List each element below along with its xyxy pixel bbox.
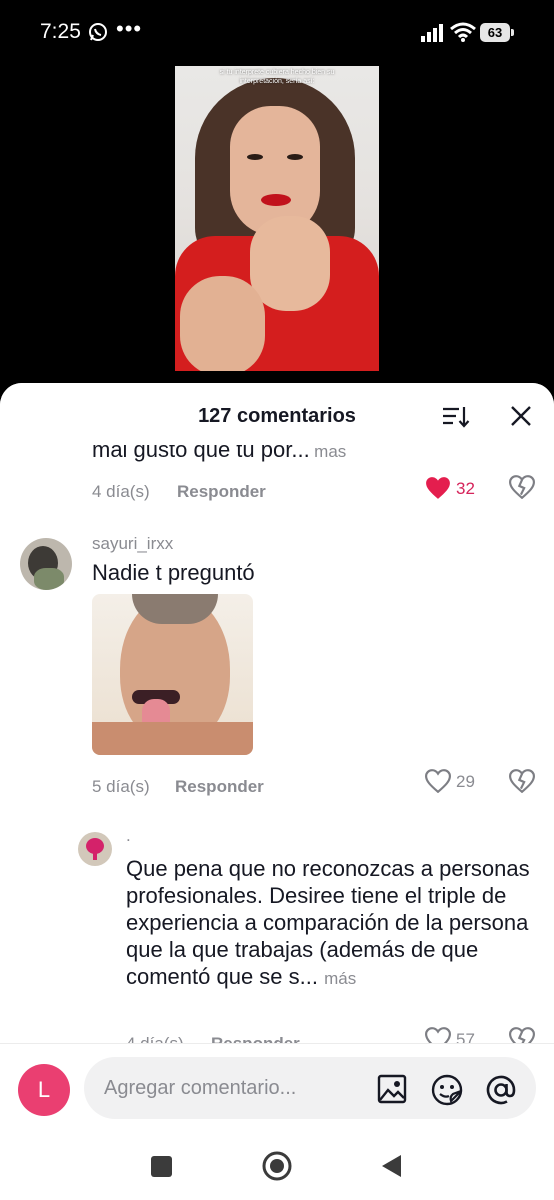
recents-button[interactable]	[151, 1156, 172, 1177]
image-icon[interactable]	[377, 1074, 407, 1104]
reply-button[interactable]: Responder	[177, 482, 266, 502]
reply-button[interactable]: Responder	[211, 1034, 300, 1043]
video-caption: si tu interprete cubiera hecho bien su i…	[219, 69, 335, 85]
video-hand	[250, 216, 330, 311]
system-navigation-bar	[0, 1123, 554, 1200]
home-button[interactable]	[261, 1150, 293, 1182]
comment-list[interactable]: mal gusto que tu por... mas 4 día(s) Res…	[0, 383, 554, 1043]
like-count: 29	[456, 772, 475, 791]
close-icon[interactable]	[510, 405, 532, 427]
comment-sticker-image[interactable]	[92, 594, 253, 755]
dislike-icon[interactable]	[509, 475, 535, 499]
like-count: 57	[456, 1030, 475, 1043]
comments-sheet: mal gusto que tu por... mas 4 día(s) Res…	[0, 383, 554, 1200]
wifi-icon	[450, 22, 476, 42]
sort-icon[interactable]	[442, 405, 470, 429]
status-time: 7:25	[40, 20, 81, 43]
video-hand	[180, 276, 265, 371]
more-notifications-icon: •••	[116, 16, 143, 41]
heart-outline-icon[interactable]	[425, 1027, 451, 1043]
current-user-avatar[interactable]: L	[18, 1064, 70, 1116]
username[interactable]: sayuri_irxx	[92, 534, 173, 554]
mention-icon[interactable]	[485, 1074, 517, 1106]
video-eye-left	[247, 154, 263, 160]
heart-filled-icon[interactable]	[425, 476, 451, 500]
avatar[interactable]	[78, 832, 112, 866]
comment-text: Nadie t preguntó	[92, 560, 255, 585]
emoji-sticker-icon[interactable]	[431, 1074, 463, 1106]
status-bar: 7:25 ••• 63	[0, 0, 554, 66]
battery-indicator: 63	[480, 23, 514, 42]
heart-outline-icon[interactable]	[425, 769, 451, 793]
dislike-icon[interactable]	[509, 1027, 535, 1043]
comment-age: 5 día(s)	[92, 777, 150, 796]
avatar[interactable]	[20, 538, 72, 590]
video-eye-right	[287, 154, 303, 160]
comment-composer: L	[0, 1043, 554, 1123]
more-link[interactable]: más	[324, 969, 356, 988]
reply-button[interactable]: Responder	[175, 777, 264, 797]
signal-icon	[421, 24, 443, 42]
video-lips	[261, 194, 291, 206]
comment-input[interactable]	[84, 1057, 536, 1119]
back-button[interactable]	[381, 1154, 403, 1178]
comments-title: 127 comentarios	[198, 405, 356, 427]
comments-header: 127 comentarios	[0, 383, 554, 445]
video-player[interactable]: si tu interprete cubiera hecho bien su i…	[175, 66, 379, 371]
like-count: 32	[456, 479, 475, 498]
comment-age: 4 día(s)	[126, 1034, 184, 1043]
comment-age: 4 día(s)	[92, 482, 150, 501]
dislike-icon[interactable]	[509, 769, 535, 793]
whatsapp-icon	[89, 23, 107, 41]
username[interactable]: .	[126, 826, 131, 846]
